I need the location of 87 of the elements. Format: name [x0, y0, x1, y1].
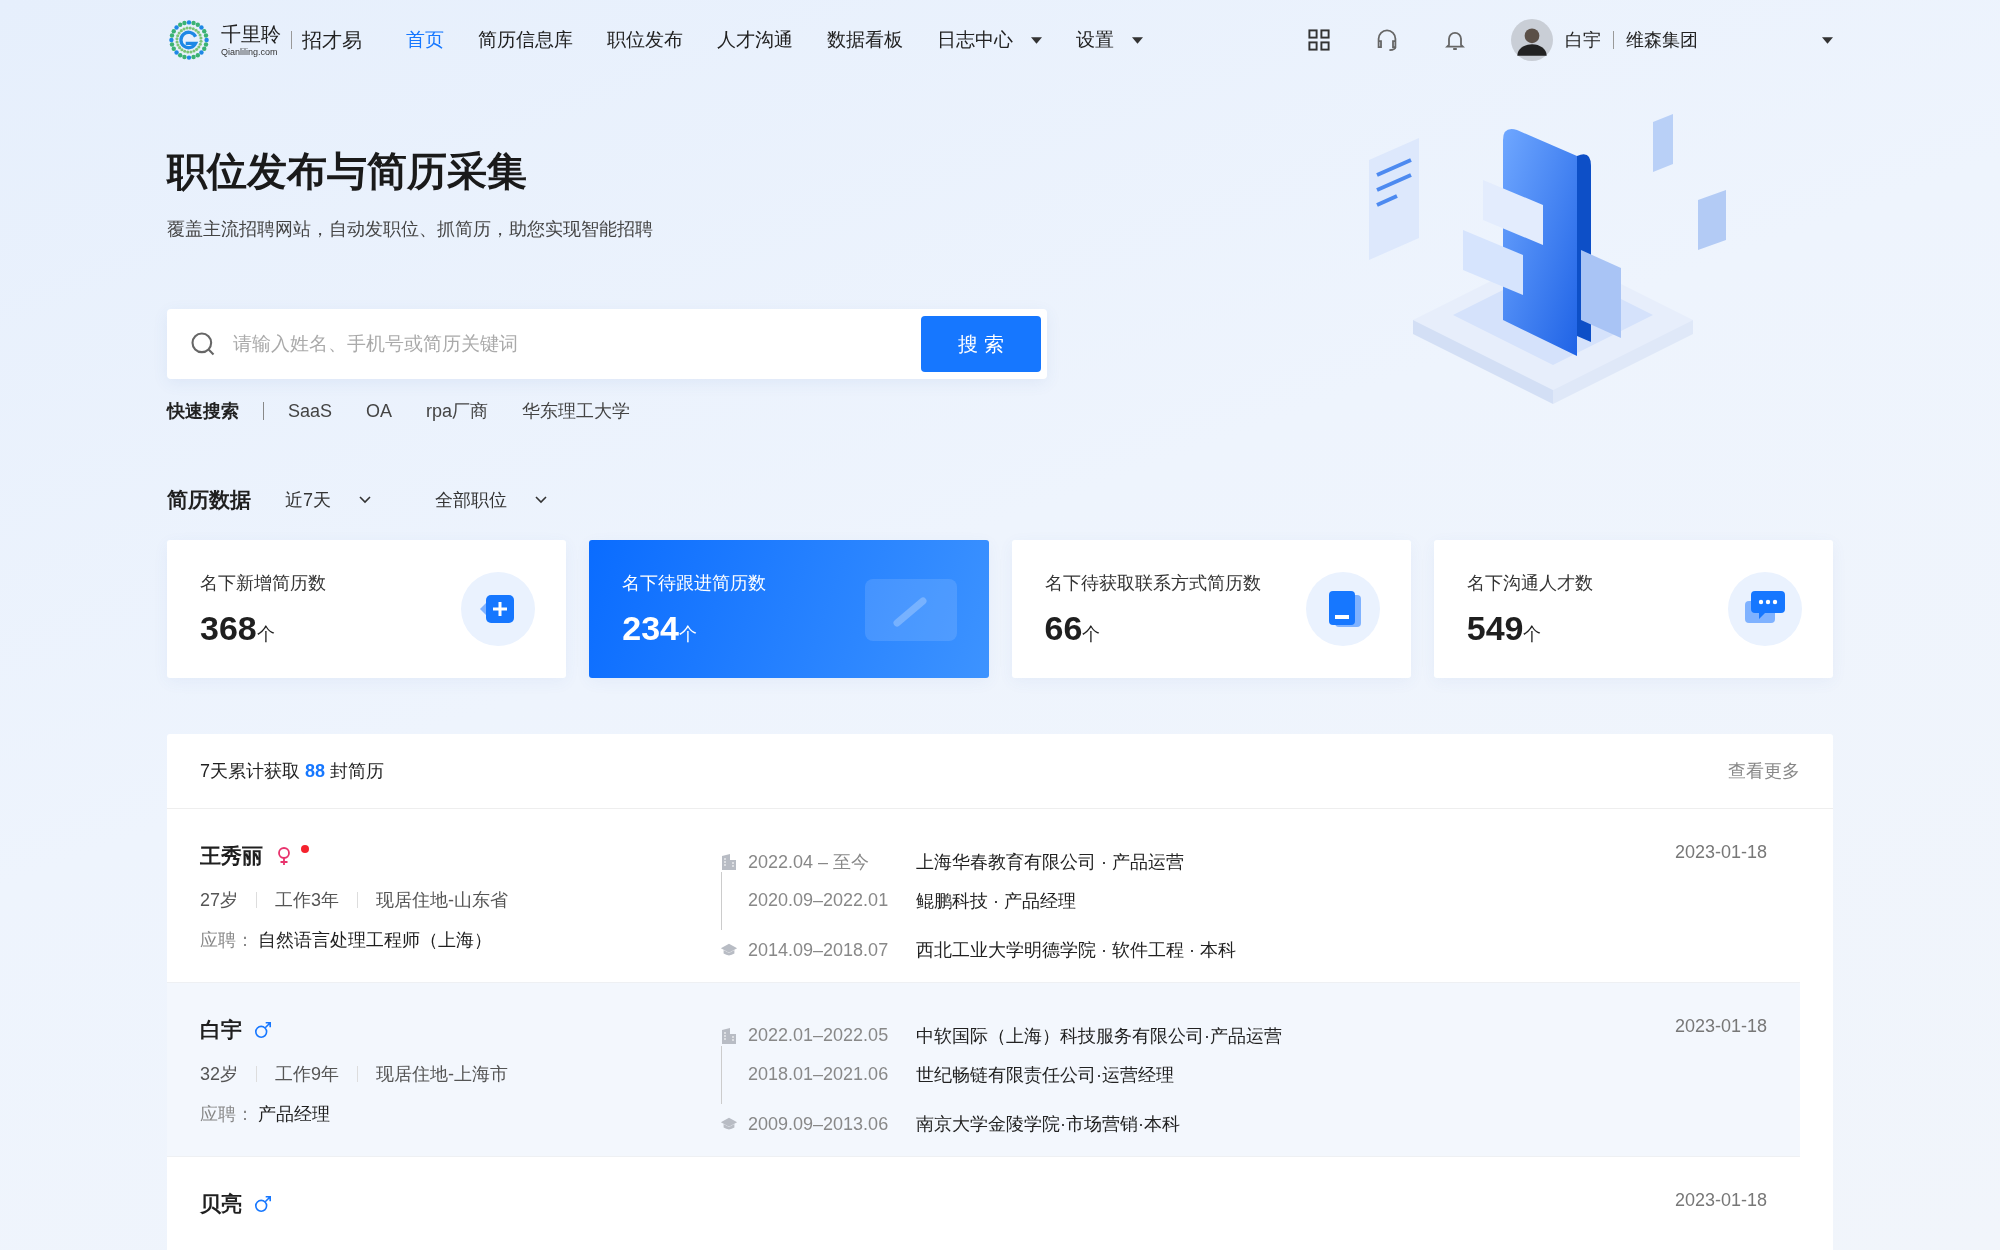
location-text: 现居住地-山东省	[376, 889, 509, 912]
search-button[interactable]: 搜 索	[921, 316, 1041, 372]
stat-value: 66个	[1044, 608, 1102, 648]
stat-value: 368个	[200, 608, 276, 648]
work-experience: 中软国际（上海）科技服务有限公司·产品运营	[916, 1024, 1282, 1048]
work-period: 2022.04 – 至今	[748, 850, 871, 874]
age-text: 32岁	[200, 1063, 239, 1086]
resume-date: 2023-01-18	[1674, 1016, 1767, 1037]
experience-text: 工作3年	[275, 889, 340, 912]
stat-value: 234个	[622, 608, 698, 648]
stat-card[interactable]: 名下待获取联系方式简历数 66个	[1011, 540, 1411, 678]
book-icon	[1304, 571, 1381, 647]
stat-label: 名下待获取联系方式简历数	[1044, 571, 1261, 595]
summary-text: 7天累计获取 88 封简历	[200, 760, 385, 783]
nav-item[interactable]: 职位发布	[607, 27, 683, 53]
building-icon	[720, 1026, 738, 1045]
work-experience: 世纪畅链有限责任公司·运营经理	[916, 1063, 1174, 1087]
building-icon	[720, 852, 738, 871]
filter-dropdown[interactable]: 近7天	[285, 488, 371, 512]
quick-search-link[interactable]: rpa厂商	[426, 399, 489, 423]
candidate-name: 王秀丽	[200, 843, 263, 869]
nav-item[interactable]: 简历信息库	[478, 27, 573, 53]
avatar[interactable]	[1511, 19, 1553, 61]
female-icon	[275, 846, 293, 866]
location-text: 现居住地-上海市	[376, 1063, 509, 1086]
product-name: 招才易	[302, 27, 362, 53]
education-period: 2014.09–2018.07	[748, 939, 890, 961]
work-period: 2020.09–2022.01	[748, 890, 890, 911]
filter-dropdown[interactable]: 全部职位	[435, 488, 547, 512]
apply-label: 应聘：	[200, 929, 254, 952]
resume-row[interactable]: 贝亮 2023-01-18	[167, 1157, 1800, 1250]
resume-row[interactable]: 白宇 32岁 工作9年 现居住地-上海市 应聘： 产品经理 2022.01–2022.05 中软国际（上海）科技服务有限公司·产品运营 2018.01–2021.06 世纪畅链有限责任公司·运营经理 2009.09–2013.06 南京大学金陵学院·市场营销·本科 2023-01-18	[167, 982, 1800, 1157]
grid-icon[interactable]	[1307, 28, 1331, 52]
brand-name: 千里聆	[221, 23, 281, 44]
page-title: 职位发布与简历采集	[167, 148, 528, 195]
work-experience: 上海华春教育有限公司 · 产品运营	[916, 850, 1184, 874]
page-subtitle: 覆盖主流招聘网站，自动发职位、抓简历，助您实现智能招聘	[167, 218, 654, 241]
resume-date: 2023-01-18	[1674, 842, 1767, 863]
caret-icon[interactable]	[1132, 36, 1143, 44]
chevron-down-icon[interactable]	[535, 496, 547, 504]
brand-domain: Qianliling.com	[221, 47, 279, 57]
nav-item[interactable]: 首页	[406, 27, 444, 53]
male-icon	[254, 1194, 272, 1214]
quick-search-label: 快速搜索	[167, 400, 239, 423]
education-text: 西北工业大学明德学院 · 软件工程 · 本科	[916, 939, 1236, 962]
quick-search-link[interactable]: 华东理工大学	[522, 399, 631, 423]
headset-icon[interactable]	[1375, 28, 1399, 52]
user-name[interactable]: 白宇	[1565, 28, 1601, 52]
stat-value: 549个	[1466, 608, 1543, 648]
male-icon	[254, 1020, 272, 1040]
search-icon	[189, 330, 217, 358]
nav-item[interactable]: 设置	[1076, 27, 1143, 53]
apply-label: 应聘：	[200, 1103, 254, 1126]
nav-item[interactable]: 数据看板	[827, 27, 903, 53]
resume-date: 2023-01-18	[1674, 1190, 1767, 1211]
work-period: 2022.01–2022.05	[748, 1025, 890, 1046]
work-period: 2018.01–2021.06	[748, 1064, 890, 1085]
applied-position: 自然语言处理工程师（上海）	[258, 929, 492, 952]
stat-label: 名下新增简历数	[200, 571, 326, 595]
stat-label: 名下待跟进简历数	[622, 571, 767, 595]
age-text: 27岁	[200, 889, 239, 912]
search-field[interactable]: 请输入姓名、手机号或简历关键词 搜 索	[167, 309, 1047, 379]
caret-icon[interactable]	[1822, 36, 1833, 44]
candidate-name: 贝亮	[200, 1191, 242, 1217]
candidate-name: 白宇	[200, 1017, 242, 1043]
chevron-down-icon[interactable]	[359, 496, 371, 504]
education-period: 2009.09–2013.06	[748, 1113, 890, 1135]
nav-item[interactable]: 日志中心	[937, 27, 1042, 53]
stat-card[interactable]: 名下待跟进简历数 234个	[589, 540, 989, 678]
stat-label: 名下沟通人才数	[1466, 571, 1593, 595]
resume-row[interactable]: 王秀丽 27岁 工作3年 现居住地-山东省 应聘： 自然语言处理工程师（上海） 2022.04 – 至今 上海华春教育有限公司 · 产品运营 2020.09–2022.01 鲲鹏科技 · 产品经理 2014.09–2018.07 西北工业大学明德学院 · 软件工程 · 本科 2023-01-18	[167, 809, 1800, 982]
quick-search-link[interactable]: SaaS	[288, 400, 333, 422]
plus-icon	[460, 571, 537, 647]
view-more-link[interactable]: 查看更多	[1728, 759, 1800, 783]
stat-card[interactable]: 名下新增简历数 368个	[167, 540, 567, 678]
education-text: 南京大学金陵学院·市场营销·本科	[916, 1113, 1180, 1136]
caret-icon[interactable]	[1031, 36, 1042, 44]
stat-card[interactable]: 名下沟通人才数 549个	[1433, 540, 1833, 678]
logo-icon	[167, 18, 211, 62]
section-title: 简历数据	[167, 487, 251, 513]
work-experience: 鲲鹏科技 · 产品经理	[916, 889, 1076, 913]
experience-text: 工作9年	[275, 1063, 340, 1086]
company-name[interactable]: 维森集团	[1626, 28, 1698, 52]
nav-item[interactable]: 人才沟通	[717, 27, 793, 53]
chat-icon	[1727, 571, 1803, 647]
quick-search-link[interactable]: OA	[366, 400, 393, 422]
applied-position: 产品经理	[258, 1103, 330, 1126]
